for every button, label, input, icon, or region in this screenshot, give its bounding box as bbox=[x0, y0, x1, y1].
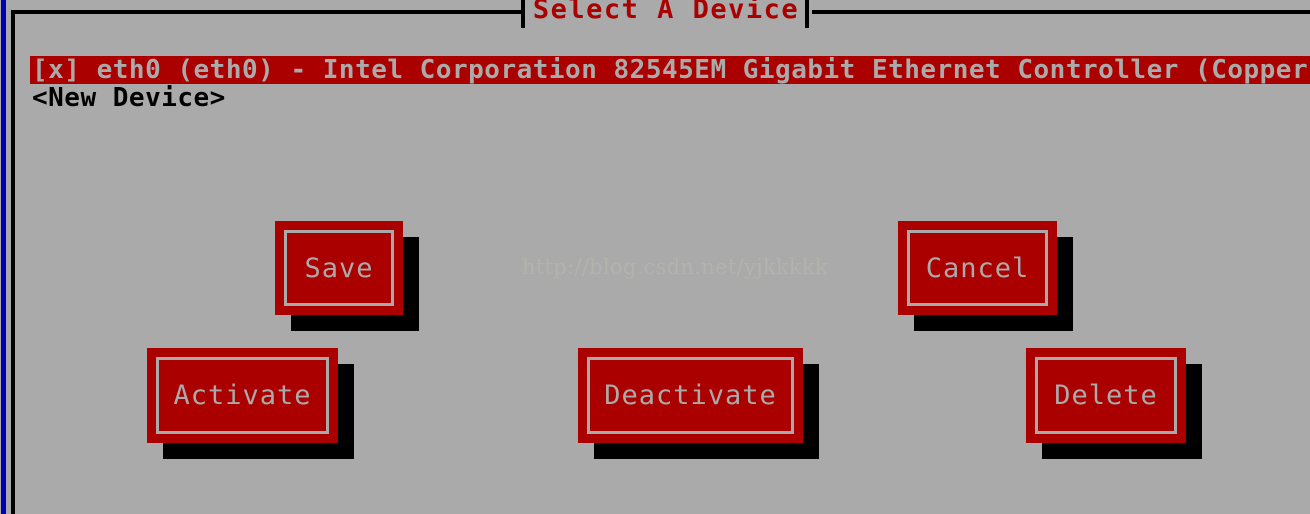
device-list: [x] eth0 (eth0) - Intel Corporation 8254… bbox=[30, 56, 1310, 112]
terminal-screen: Select A Device [x] eth0 (eth0) - Intel … bbox=[0, 0, 1310, 514]
cancel-button[interactable]: Cancel bbox=[898, 221, 1057, 315]
watermark-text: http://blog.csdn.net/yjkkkkk bbox=[522, 255, 829, 279]
deactivate-button-label: Deactivate bbox=[587, 357, 794, 434]
delete-button-label: Delete bbox=[1035, 357, 1177, 434]
deactivate-button[interactable]: Deactivate bbox=[578, 348, 803, 443]
list-item-eth0[interactable]: [x] eth0 (eth0) - Intel Corporation 8254… bbox=[30, 56, 1310, 84]
scrollbar-left[interactable] bbox=[1, 0, 6, 514]
cancel-button-label: Cancel bbox=[907, 230, 1048, 306]
list-item-new-device[interactable]: <New Device> bbox=[32, 84, 1310, 112]
save-button[interactable]: Save bbox=[275, 221, 403, 315]
dialog-border-left bbox=[11, 10, 15, 514]
activate-button[interactable]: Activate bbox=[147, 348, 338, 443]
delete-button[interactable]: Delete bbox=[1026, 348, 1186, 443]
dialog-border-top-left bbox=[11, 10, 524, 14]
dialog-title: Select A Device bbox=[532, 0, 800, 25]
save-button-label: Save bbox=[284, 230, 394, 306]
activate-button-label: Activate bbox=[156, 357, 329, 434]
dialog-border-top-right bbox=[812, 10, 1310, 14]
